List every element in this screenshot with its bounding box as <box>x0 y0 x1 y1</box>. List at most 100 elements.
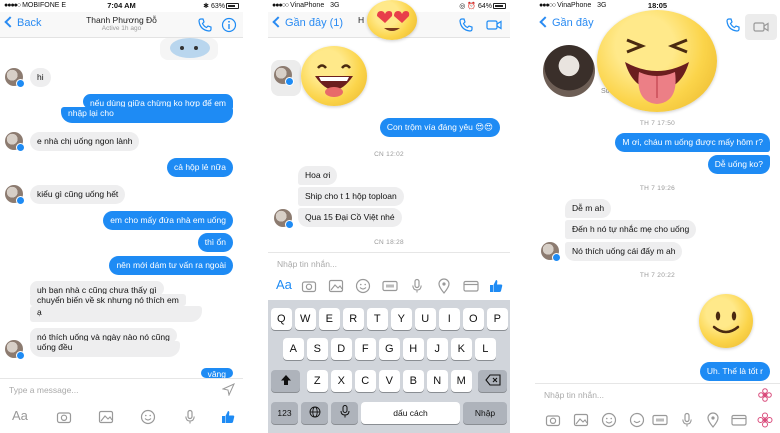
key[interactable]: D <box>331 338 352 360</box>
key[interactable]: Q <box>271 308 292 330</box>
battery-status: ◎ ⏰ 64% <box>459 2 506 10</box>
emoji-icon[interactable] <box>629 412 645 428</box>
thumbs-up-icon[interactable] <box>488 278 504 294</box>
battery-icon <box>226 3 239 9</box>
heart-eyes-emoji <box>367 0 417 40</box>
payment-icon[interactable] <box>463 278 479 294</box>
shift-key[interactable] <box>271 370 300 392</box>
key[interactable]: V <box>379 370 400 392</box>
message-bubble: hi <box>30 68 51 87</box>
gallery-icon[interactable] <box>573 412 589 428</box>
key[interactable]: N <box>427 370 448 392</box>
key[interactable]: O <box>463 308 484 330</box>
info-icon[interactable] <box>221 17 237 33</box>
key[interactable]: T <box>367 308 388 330</box>
flower-icon[interactable] <box>757 412 773 428</box>
avatar <box>5 185 25 205</box>
sticker-icon[interactable] <box>140 409 156 425</box>
camera-icon[interactable] <box>56 409 72 425</box>
compose-toolbar <box>535 408 780 432</box>
microphone-icon[interactable] <box>409 278 425 294</box>
globe-key[interactable] <box>301 402 328 424</box>
message-input[interactable]: Nhập tin nhắn... <box>535 383 780 405</box>
backspace-icon <box>484 374 501 386</box>
tongue-out-sticker <box>597 10 717 112</box>
location-icon[interactable] <box>705 412 721 428</box>
location-icon[interactable] <box>436 278 452 294</box>
microphone-icon[interactable] <box>182 409 198 425</box>
key[interactable]: S <box>307 338 328 360</box>
send-icon[interactable] <box>222 383 235 396</box>
key[interactable]: P <box>487 308 508 330</box>
key[interactable]: M <box>451 370 472 392</box>
key[interactable]: R <box>343 308 364 330</box>
gif-icon[interactable] <box>652 412 668 428</box>
thumbs-up-icon[interactable] <box>220 409 236 425</box>
sticker-icon[interactable] <box>601 412 617 428</box>
flower-emoji-icon[interactable] <box>758 388 772 402</box>
key[interactable]: J <box>427 338 448 360</box>
key[interactable]: W <box>295 308 316 330</box>
key[interactable]: Y <box>391 308 412 330</box>
smiling-face-sticker <box>699 294 753 348</box>
battery-status: ✱ 63% <box>203 2 239 10</box>
contact-name: H <box>358 15 365 25</box>
message-bubble: e nhà chị uống ngon lành <box>30 132 140 151</box>
gif-icon[interactable] <box>382 278 398 294</box>
chevron-left-icon <box>272 16 284 28</box>
message-input-placeholder: Nhập tin nhắn... <box>277 259 338 269</box>
phone-call-icon[interactable] <box>725 17 741 33</box>
key[interactable]: A <box>283 338 304 360</box>
key[interactable]: C <box>355 370 376 392</box>
microphone-icon[interactable] <box>679 412 695 428</box>
sticker-icon[interactable] <box>355 278 371 294</box>
backspace-key[interactable] <box>478 370 507 392</box>
phone-screen-1: ●●●●○ MOBIFONE E 7:04 AM ✱ 63% Back Than… <box>0 0 243 433</box>
message-bubble: Đến h nó tự nhắc mẹ cho uống <box>565 220 697 239</box>
camera-icon[interactable] <box>545 412 561 428</box>
key[interactable]: B <box>403 370 424 392</box>
video-call-icon[interactable] <box>486 17 502 33</box>
key[interactable]: Z <box>307 370 328 392</box>
avatar <box>5 132 25 152</box>
globe-icon <box>309 406 320 418</box>
profile-photo <box>543 45 595 97</box>
key[interactable]: H <box>403 338 424 360</box>
gallery-icon[interactable] <box>98 409 114 425</box>
phone-call-icon[interactable] <box>197 17 213 33</box>
video-call-button[interactable] <box>745 14 777 40</box>
key[interactable]: G <box>379 338 400 360</box>
key[interactable]: U <box>415 308 436 330</box>
key[interactable]: E <box>319 308 340 330</box>
back-button[interactable]: Gần đây <box>539 16 594 29</box>
back-button[interactable]: Gần đây (1) <box>272 16 343 29</box>
timestamp-separator: TH 7 17:50 <box>639 120 676 127</box>
phone-call-icon[interactable] <box>458 17 474 33</box>
message-bubble: Dễ m ah <box>565 199 612 218</box>
numbers-key[interactable]: 123 <box>271 402 298 424</box>
key[interactable]: F <box>355 338 376 360</box>
return-key[interactable]: Nhập <box>463 402 507 424</box>
space-key[interactable]: dấu cách <box>361 402 460 424</box>
dictation-key[interactable] <box>331 402 358 424</box>
message-input-placeholder: Type a message... <box>9 385 79 395</box>
payment-icon[interactable] <box>731 412 747 428</box>
text-format-icon[interactable]: Aa <box>12 408 28 424</box>
message-input[interactable]: Type a message... <box>0 378 243 400</box>
gallery-icon[interactable] <box>328 278 344 294</box>
key[interactable]: I <box>439 308 460 330</box>
key[interactable]: L <box>475 338 496 360</box>
avatar <box>5 340 25 360</box>
message-bubble: Qua 15 Đại Cồ Việt nhé <box>298 208 402 227</box>
microphone-icon <box>340 405 349 418</box>
status-bar: ●●●●○ MOBIFONE E 7:04 AM ✱ 63% <box>0 0 243 12</box>
text-format-icon[interactable]: Aa <box>276 277 292 293</box>
camera-icon[interactable] <box>301 278 317 294</box>
key[interactable]: K <box>451 338 472 360</box>
key[interactable]: X <box>331 370 352 392</box>
message-input[interactable]: Nhập tin nhắn... <box>268 252 510 274</box>
sticker-partial <box>160 38 218 60</box>
message-bubble: ạ <box>30 306 202 322</box>
video-call-icon <box>753 22 769 32</box>
message-bubble: Ship cho t 1 hộp toploan <box>298 187 404 206</box>
